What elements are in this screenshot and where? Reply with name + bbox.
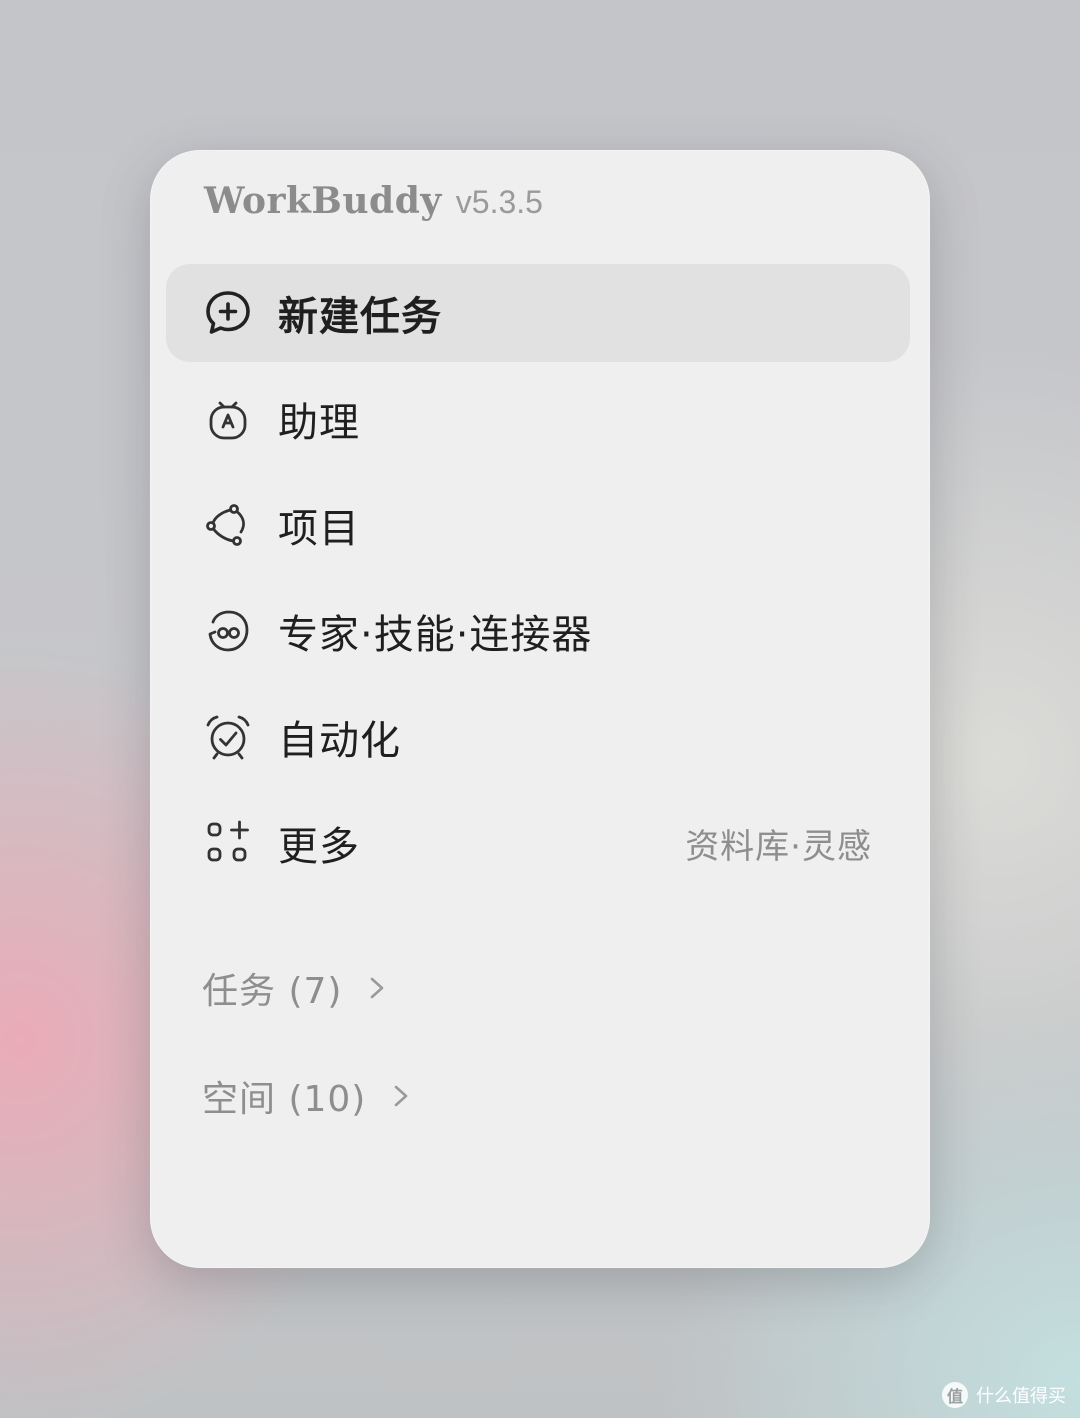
menu-item-experts-skills[interactable]: 专家·技能·连接器 — [166, 582, 910, 680]
section-tasks[interactable]: 任务 (7) — [202, 958, 388, 1018]
apps-plus-icon — [202, 817, 254, 869]
menu-item-automation[interactable]: 自动化 — [166, 688, 910, 786]
chevron-right-icon — [395, 1085, 408, 1107]
menu-label: 项目 — [278, 506, 360, 552]
chevron-right-icon — [371, 977, 384, 999]
menu-label: 助理 — [278, 400, 360, 446]
section-spaces[interactable]: 空间 (10) — [202, 1066, 412, 1126]
app-header: WorkBuddy v5.3.5 — [204, 180, 543, 230]
menu-label: 专家·技能·连接器 — [278, 612, 593, 658]
main-menu-panel: WorkBuddy v5.3.5 新建任务 助理 项目 专家·技能·连接器 自动… — [150, 150, 930, 1268]
menu-label: 自动化 — [278, 718, 401, 764]
app-name: WorkBuddy — [204, 180, 442, 222]
assistant-robot-icon — [202, 393, 254, 445]
more-hint: 资料库·灵感 — [685, 826, 872, 867]
expert-skill-icon — [202, 605, 254, 657]
menu-item-assistant[interactable]: 助理 — [166, 370, 910, 468]
watermark-badge: 值 — [942, 1382, 968, 1408]
watermark-text: 什么值得买 — [976, 1386, 1066, 1407]
project-nodes-icon — [202, 499, 254, 551]
section-spaces-label: 空间 (10) — [202, 1079, 367, 1120]
menu-label: 更多 — [278, 824, 360, 870]
app-version: v5.3.5 — [455, 184, 543, 220]
alarm-check-icon — [202, 711, 254, 763]
menu-item-project[interactable]: 项目 — [166, 476, 910, 574]
chat-plus-icon — [202, 287, 254, 339]
menu-label: 新建任务 — [278, 294, 442, 340]
section-tasks-label: 任务 (7) — [202, 971, 343, 1012]
menu-item-new-task[interactable]: 新建任务 — [166, 264, 910, 362]
menu-item-more[interactable]: 更多 资料库·灵感 — [166, 794, 910, 892]
site-watermark: 值 什么值得买 — [942, 1382, 1066, 1408]
